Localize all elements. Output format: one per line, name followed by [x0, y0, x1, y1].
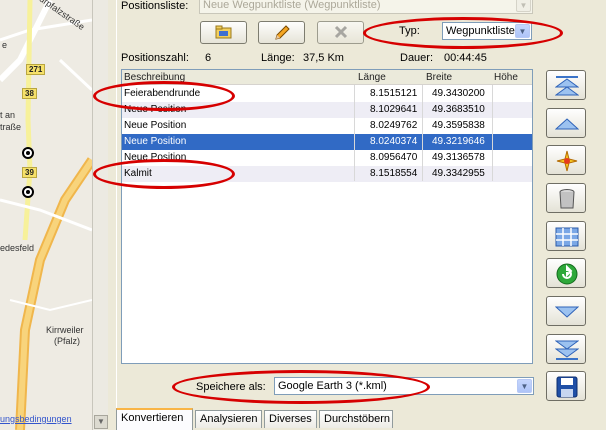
typ-select[interactable]: Wegpunktliste ▼: [442, 22, 532, 40]
refresh-icon: [556, 263, 578, 285]
column-header-longitude[interactable]: Länge: [358, 72, 386, 83]
cell-longitude: 8.0240374: [370, 136, 418, 147]
chevron-down-icon: ▼: [516, 0, 531, 12]
move-down-button[interactable]: [546, 296, 586, 326]
length-value: 37,5 Km: [303, 52, 344, 64]
cell-description: Kalmit: [124, 168, 152, 179]
cell-latitude: 49.3430200: [432, 88, 485, 99]
move-to-top-button[interactable]: [546, 70, 586, 100]
count-value: 6: [205, 52, 212, 64]
waypoint-marker[interactable]: [22, 186, 34, 198]
arrow-down-icon: [555, 306, 579, 318]
map-place-label: (Pfalz): [54, 336, 81, 346]
column-header-description[interactable]: Beschreibung: [124, 72, 185, 83]
road-number-271: 271: [26, 64, 46, 75]
grid-view-button[interactable]: [546, 221, 586, 251]
pencil-icon: [274, 25, 290, 40]
waypoint-marker[interactable]: [22, 147, 34, 159]
column-header-altitude[interactable]: Höhe: [494, 72, 518, 83]
cell-latitude: 49.3595838: [432, 120, 485, 131]
typ-value: Wegpunktliste: [446, 25, 515, 37]
cell-description: Neue Position: [124, 104, 187, 115]
map-scrollbar[interactable]: ▼: [92, 0, 108, 430]
cell-longitude: 8.1518554: [370, 168, 418, 179]
count-label: Positionszahl:: [121, 52, 189, 64]
position-table[interactable]: Beschreibung Länge Breite Höhe Feieraben…: [121, 69, 533, 364]
cell-latitude: 49.3683510: [432, 104, 485, 115]
table-row[interactable]: Neue Position 8.0956470 49.3136578: [122, 150, 532, 166]
cell-latitude: 49.3219646: [432, 136, 485, 147]
save-format-value: Google Earth 3 (*.kml): [278, 380, 387, 392]
map-street-label: t an: [0, 110, 16, 120]
edit-button[interactable]: [258, 21, 305, 44]
cell-latitude: 49.3342955: [432, 168, 485, 179]
tab-analysieren[interactable]: Analysieren: [195, 410, 262, 428]
map-street-label: traße: [0, 122, 22, 132]
move-up-button[interactable]: [546, 108, 586, 138]
delete-button[interactable]: [317, 21, 364, 44]
cell-description: Neue Position: [124, 136, 187, 147]
cell-longitude: 8.0249762: [370, 120, 418, 131]
folder-star-icon: [215, 25, 231, 39]
cell-description: Neue Position: [124, 152, 187, 163]
map-roads: [0, 0, 92, 430]
grid-icon: [555, 227, 579, 247]
arrow-up-icon: [555, 118, 579, 130]
move-to-top-icon: [555, 76, 579, 96]
move-to-bottom-button[interactable]: [546, 334, 586, 364]
tab-durchstoebern[interactable]: Durchstöbern: [319, 410, 393, 428]
duration-value: 00:44:45: [444, 52, 487, 64]
new-list-button[interactable]: [200, 21, 247, 44]
duration-label: Dauer:: [400, 52, 434, 64]
map-place-label: edesfeld: [0, 243, 35, 253]
delete-position-button[interactable]: [546, 183, 586, 213]
cell-longitude: 8.1515121: [370, 88, 418, 99]
converter-panel: Positionsliste: Neue Wegpunktliste (Wegp…: [93, 0, 606, 430]
table-row[interactable]: Neue Position 8.1029641 49.3683510: [122, 102, 532, 118]
refresh-button[interactable]: [546, 258, 586, 288]
map-view[interactable]: Kurpfalzstraße e 271 38 t an traße 39 ed…: [0, 0, 92, 430]
cell-longitude: 8.0956470: [370, 152, 418, 163]
table-row[interactable]: Kalmit 8.1518554 49.3342955: [122, 166, 532, 182]
trash-can-icon: [559, 189, 575, 209]
chevron-down-icon[interactable]: ▼: [515, 24, 530, 38]
add-position-button[interactable]: [546, 145, 586, 175]
column-divider: [492, 85, 493, 181]
positionsliste-value: Neue Wegpunktliste (Wegpunktliste): [203, 0, 381, 11]
move-to-bottom-icon: [555, 340, 579, 360]
tab-konvertieren[interactable]: Konvertieren: [116, 408, 193, 430]
column-divider: [422, 85, 423, 181]
sparkle-icon: [556, 150, 578, 172]
chevron-down-icon[interactable]: ▼: [517, 379, 532, 393]
map-place-label: Kirrweiler: [46, 325, 84, 335]
road-number-39: 39: [22, 167, 37, 178]
scroll-down-icon[interactable]: ▼: [94, 415, 108, 429]
cell-description: Neue Position: [124, 120, 187, 131]
column-divider: [354, 85, 355, 181]
road-number-38: 38: [22, 88, 37, 99]
save-button[interactable]: [546, 371, 586, 401]
table-row[interactable]: Neue Position 8.0249762 49.3595838: [122, 118, 532, 134]
table-header: Beschreibung Länge Breite Höhe: [122, 70, 532, 85]
floppy-disk-icon: [556, 376, 578, 398]
save-format-select[interactable]: Google Earth 3 (*.kml) ▼: [274, 377, 534, 395]
column-header-latitude[interactable]: Breite: [426, 72, 452, 83]
close-icon: [334, 25, 347, 39]
cell-latitude: 49.3136578: [432, 152, 485, 163]
table-row[interactable]: Feierabendrunde 8.1515121 49.3430200: [122, 86, 532, 102]
tab-diverses[interactable]: Diverses: [264, 410, 317, 428]
positionsliste-select: Neue Wegpunktliste (Wegpunktliste) ▼: [199, 0, 533, 14]
cell-description: Feierabendrunde: [124, 88, 201, 99]
save-as-label: Speichere als:: [196, 381, 266, 393]
map-label: e: [2, 40, 8, 50]
terms-link[interactable]: ungsbedingungen: [0, 414, 72, 424]
positionsliste-label: Positionsliste:: [121, 0, 189, 12]
cell-longitude: 8.1029641: [370, 104, 418, 115]
table-row[interactable]: Neue Position 8.0240374 49.3219646: [122, 134, 532, 150]
typ-label: Typ:: [399, 25, 420, 37]
length-label: Länge:: [261, 52, 295, 64]
